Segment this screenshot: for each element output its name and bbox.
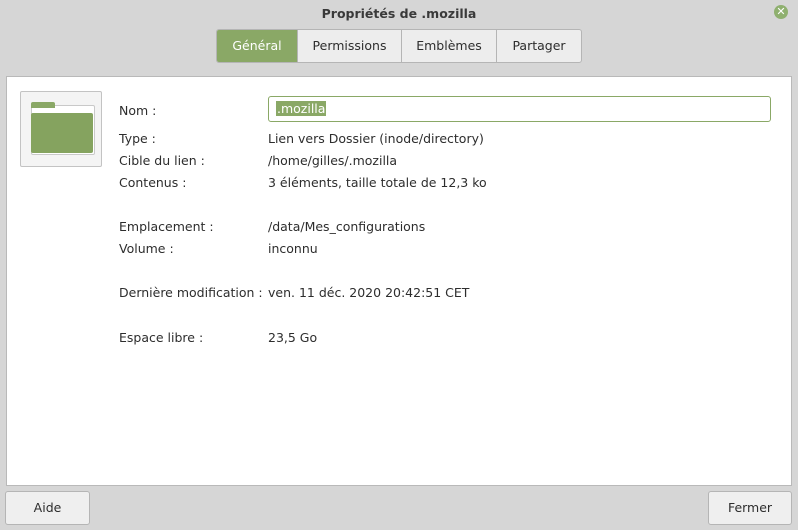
folder-front [31,113,93,153]
tab-emblems[interactable]: Emblèmes [402,30,497,62]
name-label: Nom : [119,103,157,118]
tab-permissions[interactable]: Permissions [298,30,402,62]
type-value: Lien vers Dossier (inode/directory) [268,131,484,146]
folder-icon-button[interactable] [20,91,102,167]
contents-label: Contenus : [119,175,187,190]
free-space-label: Espace libre : [119,330,204,345]
link-target-value: /home/gilles/.mozilla [268,153,398,168]
contents-value: 3 éléments, taille totale de 12,3 ko [268,175,487,190]
volume-value: inconnu [268,241,318,256]
modified-value: ven. 11 déc. 2020 20:42:51 CET [268,285,470,300]
tab-general[interactable]: Général [217,30,298,62]
link-target-label: Cible du lien : [119,153,205,168]
location-value: /data/Mes_configurations [268,219,426,234]
folder-tab [31,102,55,108]
volume-label: Volume : [119,241,174,256]
location-label: Emplacement : [119,219,214,234]
tab-share[interactable]: Partager [497,30,581,62]
type-label: Type : [119,131,156,146]
name-value: .mozilla [276,101,327,116]
help-button[interactable]: Aide [5,491,90,525]
tab-bar: Général Permissions Emblèmes Partager [216,29,582,63]
free-space-value: 23,5 Go [268,330,318,345]
modified-label: Dernière modification : [119,285,263,300]
window-title: Propriétés de .mozilla [321,6,477,21]
name-field[interactable]: .mozilla [268,96,771,122]
close-button[interactable]: Fermer [708,491,792,525]
close-icon[interactable]: ✕ [774,5,788,19]
general-panel: Nom : .mozilla Type : Lien vers Dossier … [6,76,792,486]
